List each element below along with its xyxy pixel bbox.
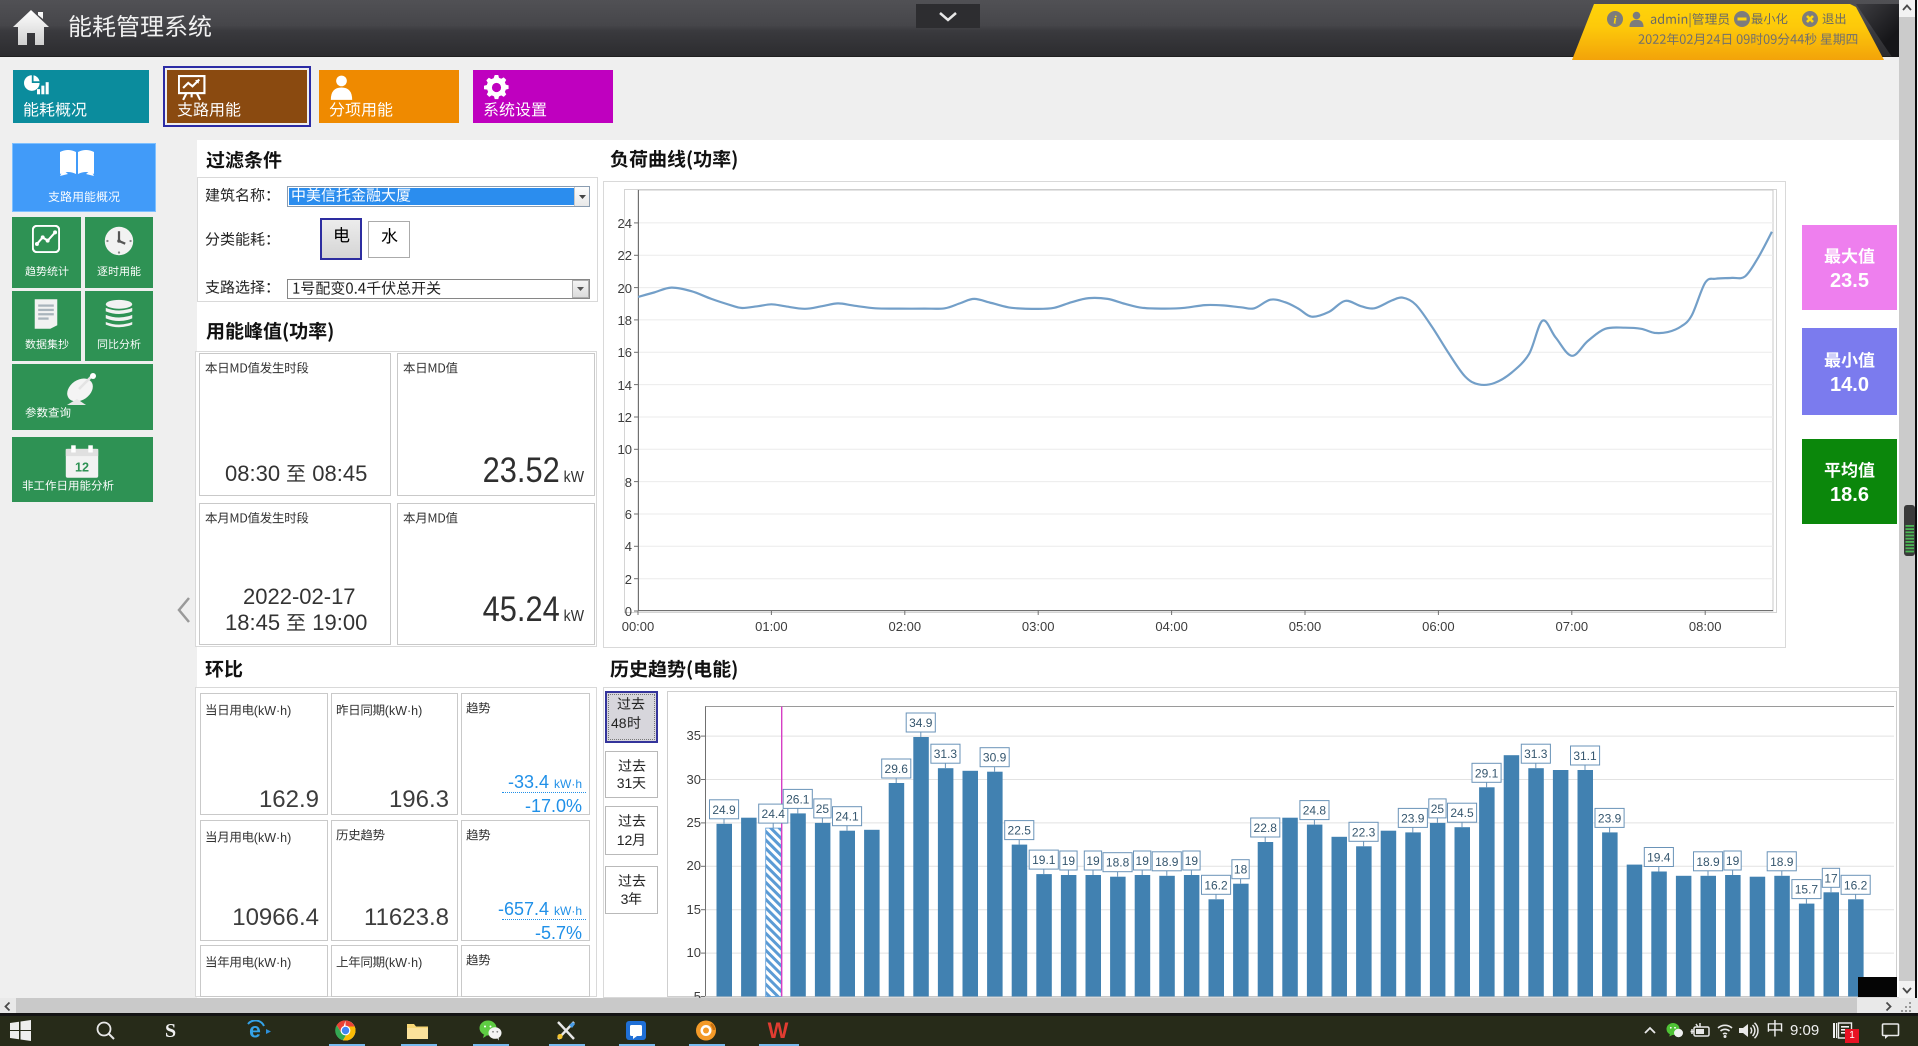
svg-text:W: W [768, 1020, 789, 1041]
svg-text:S: S [165, 1020, 176, 1041]
svg-text:e: e [249, 1020, 261, 1041]
svg-text:12: 12 [75, 460, 89, 474]
